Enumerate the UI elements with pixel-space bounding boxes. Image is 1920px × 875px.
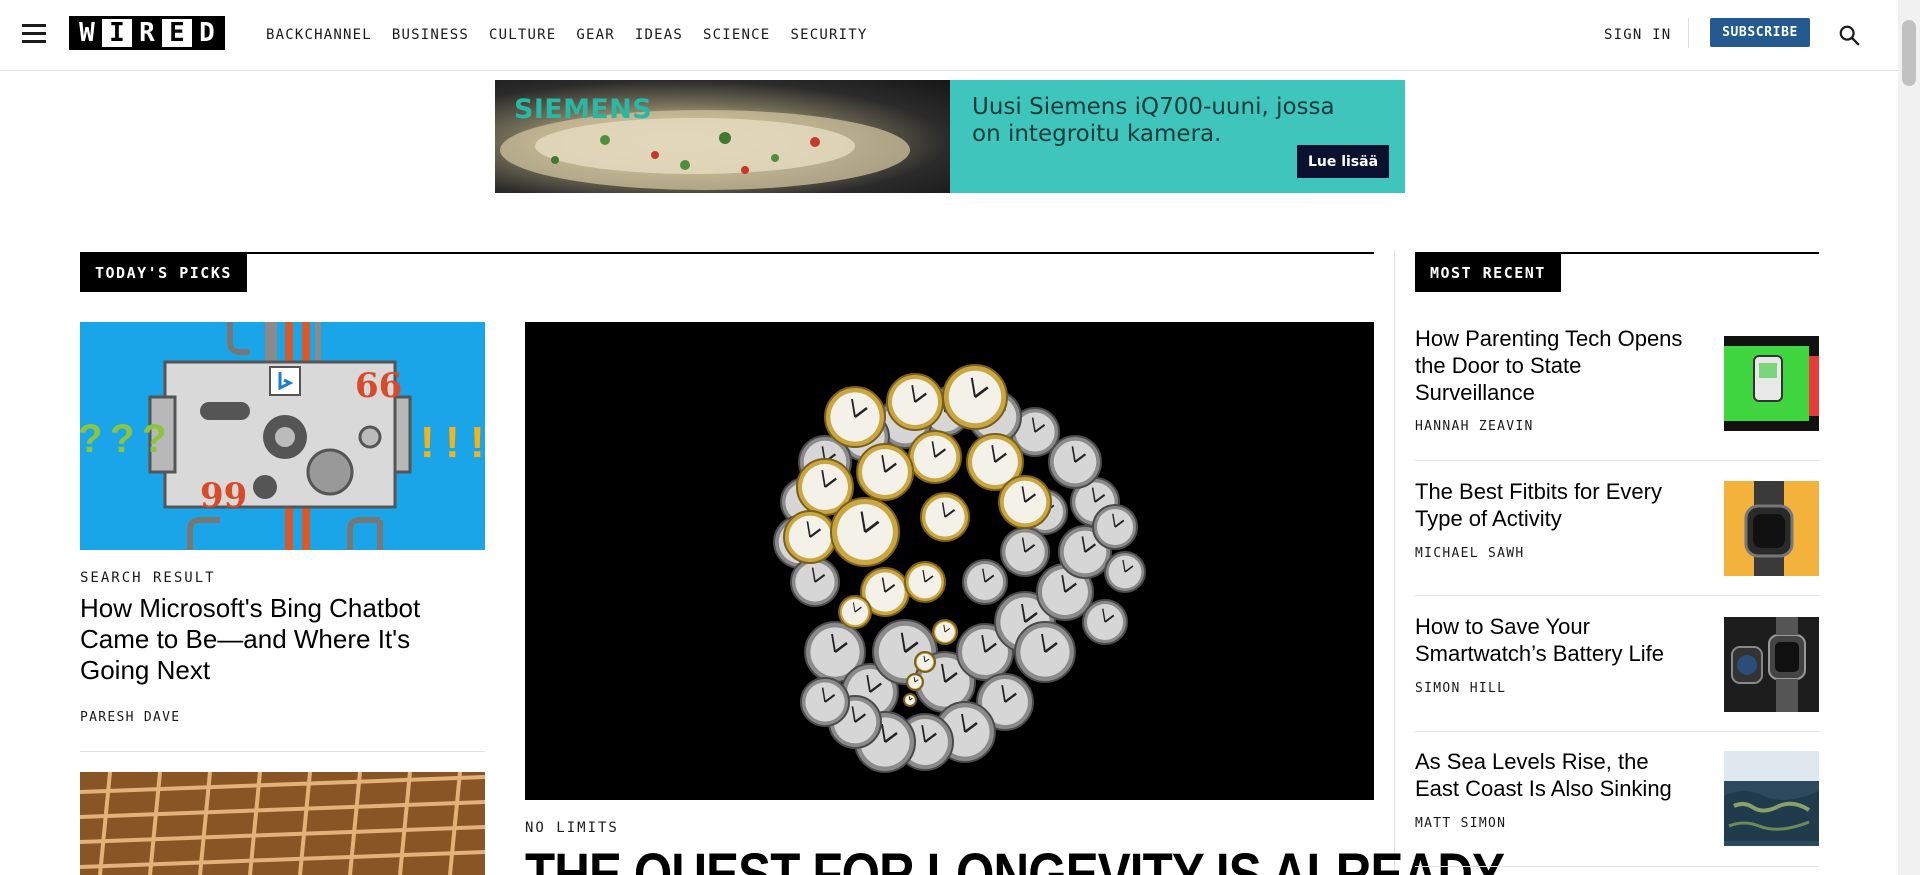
hero-title[interactable]: THE QUEST FOR LONGEVITY IS ALREADY [525, 845, 1505, 875]
page-scrollbar[interactable] [1898, 0, 1920, 875]
nav-item-backchannel[interactable]: BACKCHANNEL [266, 27, 372, 43]
coastline-thumbnail[interactable] [1724, 751, 1819, 846]
hero-kicker[interactable]: NO LIMITS [525, 820, 619, 836]
recent-item-title[interactable]: How to Save Your Smartwatch’s Battery Li… [1415, 613, 1695, 667]
clock-face [1082, 599, 1128, 645]
clock-face [1104, 551, 1146, 593]
bing-chatbot-illustration[interactable]: 66 99 ? ? ? ! ! ! [80, 322, 485, 550]
card-byline[interactable]: PARESH DAVE [80, 710, 180, 725]
clock-face [906, 673, 924, 691]
svg-text:!: ! [470, 418, 485, 467]
card-kicker[interactable]: SEARCH RESULT [80, 570, 216, 586]
card-divider [80, 751, 485, 752]
bing-machine-graphic: 66 99 ? ? ? ! ! ! [80, 322, 485, 550]
clock-face [783, 510, 837, 564]
svg-text:!: ! [420, 418, 435, 467]
nav-item-ideas[interactable]: IDEAS [635, 27, 683, 43]
recent-item-byline[interactable]: HANNAH ZEAVIN [1415, 419, 1534, 434]
wired-logo[interactable]: W I R E D [69, 16, 225, 50]
svg-text:?: ? [110, 417, 134, 461]
nav-item-science[interactable]: SCIENCE [703, 27, 770, 43]
recent-item-title[interactable]: As Sea Levels Rise, the East Coast Is Al… [1415, 748, 1695, 802]
site-header: W I R E D BACKCHANNEL BUSINESS CULTURE G… [0, 0, 1898, 71]
clock-head-graphic [773, 364, 1146, 773]
svg-text:99: 99 [200, 476, 247, 516]
thumb-graphic [1724, 336, 1819, 431]
clock-face [856, 443, 914, 501]
recent-item-title[interactable]: The Best Fitbits for Every Type of Activ… [1415, 478, 1695, 532]
hero-clock-head-image[interactable] [525, 322, 1374, 800]
logo-letter: E [162, 19, 192, 47]
header-divider [1688, 18, 1689, 48]
clock-face [914, 651, 936, 673]
wood-frame-graphic [80, 772, 485, 875]
ad-cta-button[interactable]: Lue lisää [1297, 145, 1389, 178]
recent-divider [1415, 595, 1819, 596]
svg-text:?: ? [80, 417, 102, 461]
clock-face [830, 497, 900, 567]
section-label-todays-picks: TODAY'S PICKS [80, 253, 247, 292]
clock-face [920, 492, 970, 542]
scrollbar-thumb[interactable] [1902, 20, 1916, 86]
smartwatch-thumbnail[interactable] [1724, 617, 1819, 712]
recent-divider [1415, 866, 1819, 867]
recent-item-byline[interactable]: MATT SIMON [1415, 816, 1506, 831]
ad-food-image: SIEMENS [495, 80, 950, 193]
clock-face [1014, 621, 1076, 683]
clock-face [932, 619, 958, 645]
card-title[interactable]: How Microsoft's Bing Chatbot Came to Be—… [80, 593, 460, 686]
recent-item-title[interactable]: How Parenting Tech Opens the Door to Sta… [1415, 325, 1695, 406]
logo-letter: I [102, 19, 132, 47]
recent-divider [1415, 731, 1819, 732]
main-nav: BACKCHANNEL BUSINESS CULTURE GEAR IDEAS … [266, 27, 867, 43]
clock-face [962, 559, 1008, 605]
svg-text:!: ! [445, 418, 460, 467]
search-icon[interactable] [1838, 24, 1860, 46]
clock-face [1000, 527, 1050, 577]
logo-letter: R [132, 19, 162, 47]
section-rule [80, 252, 1374, 254]
clock-face [904, 561, 946, 603]
clock-face [998, 475, 1052, 529]
recent-item-byline[interactable]: MICHAEL SAWH [1415, 546, 1525, 561]
nav-item-gear[interactable]: GEAR [576, 27, 615, 43]
ad-text-panel: Uusi Siemens iQ700-uuni, jossa on integr… [950, 80, 1405, 193]
clock-face [800, 677, 850, 727]
clock-face [908, 430, 962, 484]
fitbit-thumbnail[interactable] [1724, 481, 1819, 576]
clock-face [790, 557, 840, 607]
parenting-tech-thumbnail[interactable] [1724, 336, 1819, 431]
thumb-graphic [1724, 751, 1819, 846]
menu-icon[interactable] [22, 24, 46, 44]
clock-face [838, 595, 872, 629]
clock-face [942, 364, 1008, 430]
clock-face [824, 386, 886, 448]
clock-face [886, 373, 944, 431]
nav-item-business[interactable]: BUSINESS [392, 27, 469, 43]
recent-divider [1415, 460, 1819, 461]
section-label-most-recent: MOST RECENT [1415, 253, 1561, 292]
subscribe-button[interactable]: SUBSCRIBE [1710, 18, 1810, 47]
thumb-graphic [1724, 481, 1819, 576]
svg-text:66: 66 [355, 366, 402, 406]
thumb-graphic [1724, 617, 1819, 712]
logo-letter: D [192, 19, 222, 47]
ad-brand: SIEMENS [514, 94, 653, 125]
clock-face [1092, 504, 1138, 550]
sign-in-link[interactable]: SIGN IN [1604, 27, 1671, 43]
ad-headline: Uusi Siemens iQ700-uuni, jossa on integr… [972, 94, 1335, 147]
recent-item-byline[interactable]: SIMON HILL [1415, 681, 1506, 696]
siemens-ad-banner[interactable]: SIEMENS Uusi Siemens iQ700-uuni, jossa o… [495, 80, 1405, 193]
column-divider [1394, 250, 1395, 875]
clock-face [903, 693, 917, 707]
construction-frame-image[interactable] [80, 772, 485, 875]
nav-item-security[interactable]: SECURITY [790, 27, 867, 43]
logo-letter: W [72, 19, 102, 47]
nav-item-culture[interactable]: CULTURE [489, 27, 556, 43]
svg-text:?: ? [142, 417, 166, 461]
